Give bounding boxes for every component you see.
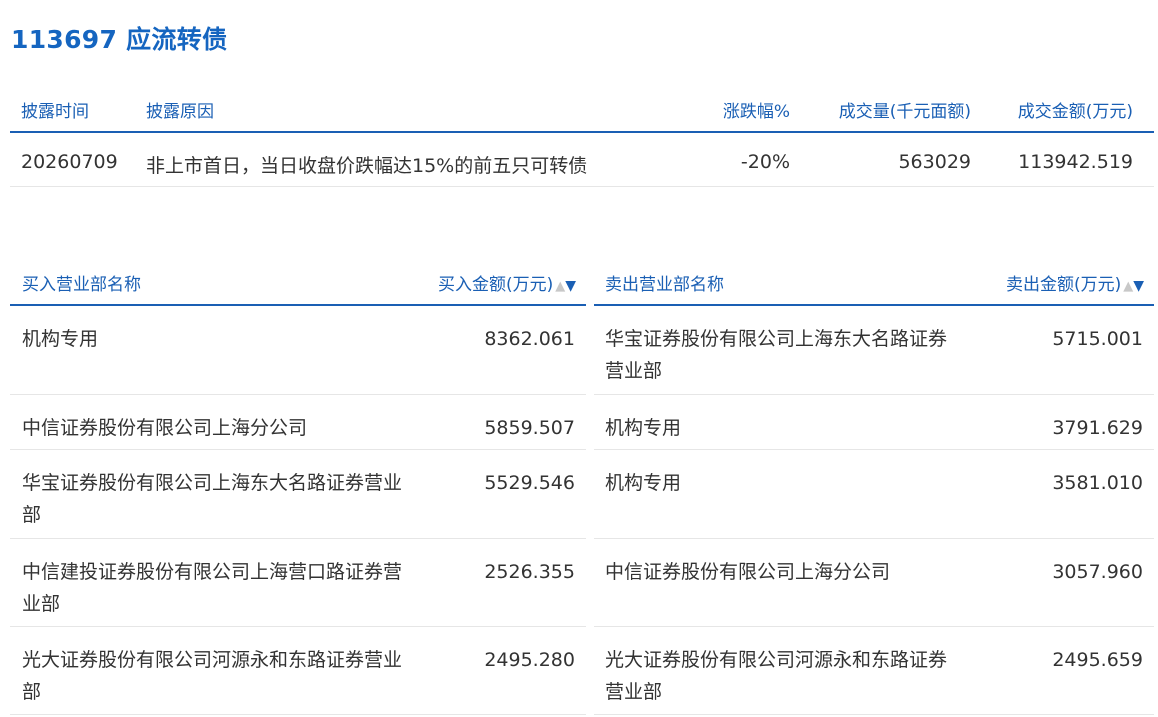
buy-header-name: 买入营业部名称 <box>22 275 141 295</box>
summary-amount: 113942.519 <box>1018 151 1133 173</box>
sort-icon[interactable]: ▲▼ <box>1123 278 1144 294</box>
buy-broker-name: 中信建投证券股份有限公司上海营口路证券营业部 <box>22 561 403 615</box>
sell-header-amount[interactable]: 卖出金额(万元) ▲▼ <box>1006 270 1144 295</box>
header-reason: 披露原因 <box>146 102 214 122</box>
table-row[interactable]: 光大证券股份有限公司河源永和东路证券营业部 2495.280 <box>10 627 586 715</box>
summary-change: -20% <box>740 151 790 173</box>
sell-amount: 2495.659 <box>1052 649 1143 671</box>
sell-table: 卖出营业部名称 卖出金额(万元) ▲▼ 华宝证券股份有限公司上海东大名路证券营业部… <box>594 258 1154 715</box>
table-row[interactable]: 中信证券股份有限公司上海分公司 5859.507 <box>10 395 586 450</box>
table-row[interactable]: 中信建投证券股份有限公司上海营口路证券营业部 2526.355 <box>10 539 586 627</box>
buy-amount: 2495.280 <box>484 649 575 671</box>
header-change[interactable]: 涨跌幅% <box>723 97 790 122</box>
buy-header-amount[interactable]: 买入金额(万元) ▲▼ <box>438 270 576 295</box>
sell-broker-name: 华宝证券股份有限公司上海东大名路证券营业部 <box>605 328 948 382</box>
sort-down-icon: ▼ <box>1133 278 1144 294</box>
sell-header-amount-label: 卖出金额(万元) <box>1005 275 1122 295</box>
sell-header-name: 卖出营业部名称 <box>605 275 724 295</box>
buy-broker-name: 光大证券股份有限公司河源永和东路证券营业部 <box>22 649 403 703</box>
table-row[interactable]: 光大证券股份有限公司河源永和东路证券营业部 2495.659 <box>594 627 1154 715</box>
header-volume[interactable]: 成交量(千元面额) <box>839 97 971 122</box>
sell-broker-name: 机构专用 <box>605 417 682 439</box>
buy-table-header: 买入营业部名称 买入金额(万元) ▲▼ <box>10 258 586 306</box>
sell-broker-name: 光大证券股份有限公司河源永和东路证券营业部 <box>605 649 948 703</box>
sort-up-icon: ▲ <box>1123 279 1134 294</box>
buy-broker-name: 机构专用 <box>22 328 99 350</box>
header-amount[interactable]: 成交金额(万元) <box>1018 97 1133 122</box>
buy-header-amount-label: 买入金额(万元) <box>437 275 554 295</box>
buy-amount: 5529.546 <box>484 472 575 494</box>
sell-broker-name: 机构专用 <box>605 472 682 494</box>
summary-reason: 非上市首日，当日收盘价跌幅达15%的前五只可转债 <box>146 155 588 177</box>
buy-broker-name: 中信证券股份有限公司上海分公司 <box>22 417 308 439</box>
sell-broker-name: 中信证券股份有限公司上海分公司 <box>605 561 891 583</box>
buy-table: 买入营业部名称 买入金额(万元) ▲▼ 机构专用 8362.061 中信证券股份有… <box>10 258 586 715</box>
sort-up-icon: ▲ <box>555 279 566 294</box>
summary-volume: 563029 <box>898 151 971 173</box>
sell-amount: 5715.001 <box>1052 328 1143 350</box>
sort-icon[interactable]: ▲▼ <box>555 278 576 294</box>
summary-date: 20260709 <box>21 151 118 173</box>
table-row[interactable]: 机构专用 3581.010 <box>594 450 1154 539</box>
buy-amount: 5859.507 <box>484 417 575 439</box>
sell-amount: 3581.010 <box>1052 472 1143 494</box>
buy-broker-name: 华宝证券股份有限公司上海东大名路证券营业部 <box>22 472 403 526</box>
sort-down-icon: ▼ <box>565 278 576 294</box>
page-title: 113697 应流转债 <box>11 25 228 54</box>
table-row[interactable]: 华宝证券股份有限公司上海东大名路证券营业部 5715.001 <box>594 306 1154 395</box>
header-date: 披露时间 <box>21 102 89 122</box>
buy-amount: 2526.355 <box>484 561 575 583</box>
summary-row: 20260709 非上市首日，当日收盘价跌幅达15%的前五只可转债 -20% 5… <box>10 132 1154 187</box>
table-row[interactable]: 机构专用 8362.061 <box>10 306 586 395</box>
summary-header: 披露时间 披露原因 涨跌幅% 成交量(千元面额) 成交金额(万元) <box>10 85 1154 133</box>
sell-amount: 3057.960 <box>1052 561 1143 583</box>
sell-amount: 3791.629 <box>1052 417 1143 439</box>
table-row[interactable]: 机构专用 3791.629 <box>594 395 1154 450</box>
sell-table-header: 卖出营业部名称 卖出金额(万元) ▲▼ <box>594 258 1154 306</box>
table-row[interactable]: 中信证券股份有限公司上海分公司 3057.960 <box>594 539 1154 627</box>
buy-amount: 8362.061 <box>484 328 575 350</box>
table-row[interactable]: 华宝证券股份有限公司上海东大名路证券营业部 5529.546 <box>10 450 586 539</box>
